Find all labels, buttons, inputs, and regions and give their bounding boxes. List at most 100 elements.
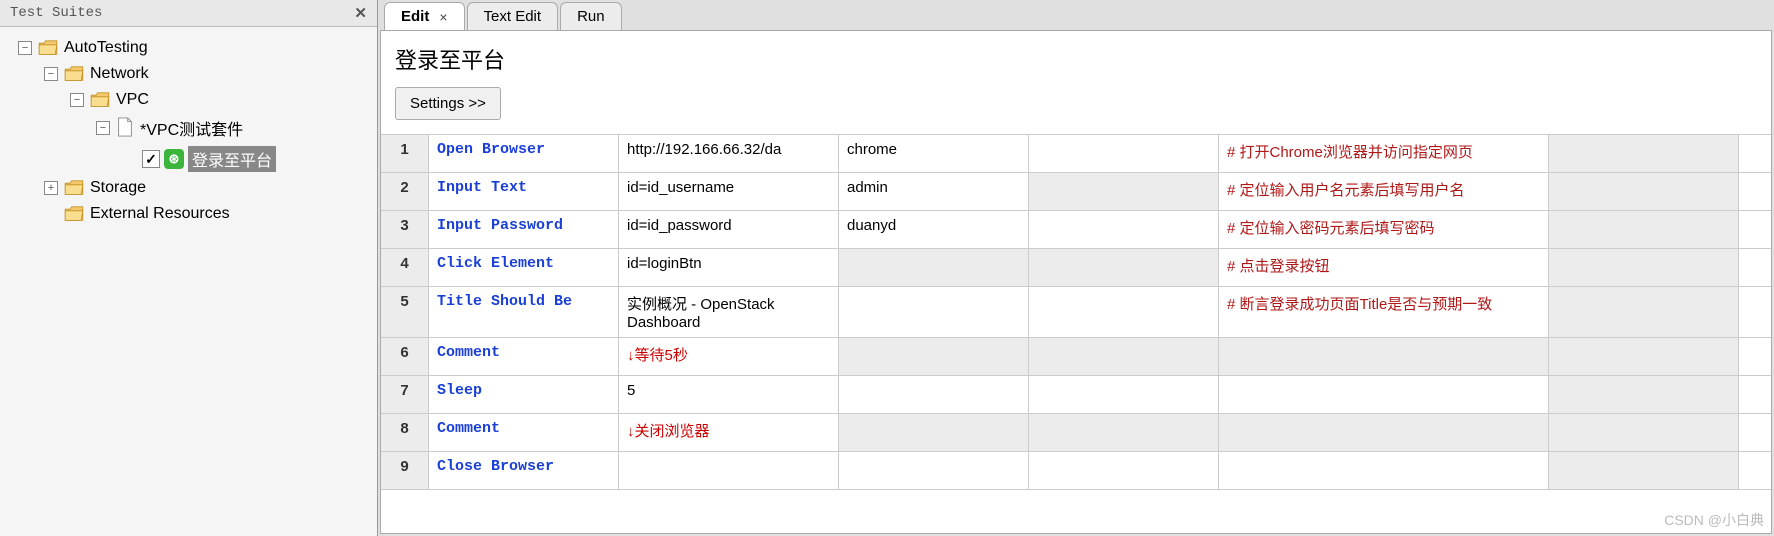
arg-cell[interactable] — [1029, 376, 1219, 413]
arg-cell[interactable]: admin — [839, 173, 1029, 210]
row-number: 8 — [381, 414, 429, 451]
page-title: 登录至平台 — [381, 31, 1771, 81]
row-number: 1 — [381, 135, 429, 172]
tree-view: − AutoTesting − Network − — [0, 27, 377, 536]
arg-cell[interactable]: 5 — [619, 376, 839, 413]
arg-cell[interactable] — [1029, 338, 1219, 375]
row-number: 3 — [381, 211, 429, 248]
keyword-cell[interactable]: Input Password — [429, 211, 619, 248]
arg-cell[interactable] — [1029, 287, 1219, 337]
row-number: 4 — [381, 249, 429, 286]
arg-cell[interactable]: ↓关闭浏览器 — [619, 414, 839, 451]
keyword-cell[interactable]: Open Browser — [429, 135, 619, 172]
empty-cell[interactable] — [1549, 376, 1739, 413]
sidebar-header: Test Suites ✕ — [0, 0, 377, 27]
tab-bar: Edit × Text Edit Run — [378, 0, 1774, 30]
folder-icon — [64, 66, 84, 82]
arg-cell[interactable] — [1029, 211, 1219, 248]
collapse-icon[interactable]: − — [18, 41, 32, 55]
empty-cell[interactable] — [1549, 211, 1739, 248]
settings-button[interactable]: Settings >> — [395, 87, 501, 120]
arg-cell[interactable]: duanyd — [839, 211, 1029, 248]
tree-node-storage[interactable]: + Storage — [0, 175, 377, 201]
folder-icon — [64, 206, 84, 222]
arg-cell[interactable]: id=id_password — [619, 211, 839, 248]
tree-node-vpc[interactable]: − VPC — [0, 87, 377, 113]
keyword-cell[interactable]: Comment — [429, 338, 619, 375]
arg-cell[interactable] — [1029, 414, 1219, 451]
collapse-icon[interactable]: − — [44, 67, 58, 81]
empty-cell[interactable] — [1549, 287, 1739, 337]
robot-icon: ⊛ — [164, 149, 184, 169]
keyword-cell[interactable]: Title Should Be — [429, 287, 619, 337]
empty-cell[interactable] — [1549, 135, 1739, 172]
tree-label: External Resources — [90, 205, 230, 223]
arg-cell[interactable] — [839, 338, 1029, 375]
arg-cell[interactable] — [1029, 135, 1219, 172]
arg-cell[interactable] — [839, 452, 1029, 489]
checkbox-icon[interactable] — [142, 150, 160, 168]
keyword-cell[interactable]: Sleep — [429, 376, 619, 413]
row-number: 9 — [381, 452, 429, 489]
watermark: CSDN @小白典 — [1664, 510, 1764, 530]
arg-cell[interactable]: id=loginBtn — [619, 249, 839, 286]
tab-run[interactable]: Run — [560, 2, 622, 30]
keyword-cell[interactable]: Close Browser — [429, 452, 619, 489]
arg-cell[interactable] — [839, 249, 1029, 286]
tab-label: Text Edit — [484, 8, 542, 25]
tree-node-vpc-suite[interactable]: − *VPC测试套件 — [0, 113, 377, 143]
collapse-icon[interactable]: − — [96, 121, 110, 135]
comment-cell[interactable]: # 定位输入用户名元素后填写用户名 — [1219, 173, 1549, 210]
tree-node-external[interactable]: External Resources — [0, 201, 377, 227]
arg-cell[interactable]: http://192.166.66.32/da — [619, 135, 839, 172]
keyword-cell[interactable]: Click Element — [429, 249, 619, 286]
tab-edit[interactable]: Edit × — [384, 2, 465, 30]
tree-label-selected: 登录至平台 — [188, 146, 276, 172]
keyword-cell[interactable]: Comment — [429, 414, 619, 451]
main-panel: Edit × Text Edit Run 登录至平台 Settings >> 1… — [378, 0, 1774, 536]
empty-cell[interactable] — [1549, 173, 1739, 210]
folder-icon — [38, 40, 58, 56]
folder-icon — [64, 180, 84, 196]
comment-cell[interactable]: # 点击登录按钮 — [1219, 249, 1549, 286]
tree-node-root[interactable]: − AutoTesting — [0, 35, 377, 61]
arg-cell[interactable] — [1029, 173, 1219, 210]
tree-label: *VPC测试套件 — [140, 116, 243, 140]
arg-cell[interactable]: id=id_username — [619, 173, 839, 210]
empty-cell[interactable] — [1549, 414, 1739, 451]
row-number: 5 — [381, 287, 429, 337]
arg-cell[interactable] — [839, 414, 1029, 451]
close-icon[interactable]: × — [439, 9, 447, 25]
comment-cell[interactable] — [1219, 376, 1549, 413]
arg-cell[interactable]: 实例概况 - OpenStack Dashboard — [619, 287, 839, 337]
empty-cell[interactable] — [1549, 338, 1739, 375]
arg-cell[interactable] — [839, 287, 1029, 337]
close-icon[interactable]: ✕ — [354, 4, 367, 22]
comment-cell[interactable]: # 定位输入密码元素后填写密码 — [1219, 211, 1549, 248]
comment-cell[interactable] — [1219, 414, 1549, 451]
arg-cell[interactable] — [619, 452, 839, 489]
comment-cell[interactable]: # 打开Chrome浏览器并访问指定网页 — [1219, 135, 1549, 172]
comment-cell[interactable] — [1219, 452, 1549, 489]
arg-cell[interactable] — [839, 376, 1029, 413]
folder-icon — [90, 92, 110, 108]
empty-cell[interactable] — [1549, 452, 1739, 489]
arg-cell[interactable] — [1029, 452, 1219, 489]
keyword-grid: 1Open Browserhttp://192.166.66.32/dachro… — [381, 135, 1771, 533]
comment-cell[interactable] — [1219, 338, 1549, 375]
collapse-icon[interactable]: − — [70, 93, 84, 107]
expand-icon[interactable]: + — [44, 181, 58, 195]
tab-label: Edit — [401, 8, 429, 25]
sidebar-title: Test Suites — [10, 5, 102, 21]
content-area: 登录至平台 Settings >> 1Open Browserhttp://19… — [380, 30, 1772, 534]
file-icon — [116, 117, 134, 140]
arg-cell[interactable]: ↓等待5秒 — [619, 338, 839, 375]
tab-text-edit[interactable]: Text Edit — [467, 2, 559, 30]
comment-cell[interactable]: # 断言登录成功页面Title是否与预期一致 — [1219, 287, 1549, 337]
keyword-cell[interactable]: Input Text — [429, 173, 619, 210]
arg-cell[interactable] — [1029, 249, 1219, 286]
arg-cell[interactable]: chrome — [839, 135, 1029, 172]
tree-node-testcase[interactable]: ⊛ 登录至平台 — [0, 143, 377, 175]
tree-node-network[interactable]: − Network — [0, 61, 377, 87]
empty-cell[interactable] — [1549, 249, 1739, 286]
